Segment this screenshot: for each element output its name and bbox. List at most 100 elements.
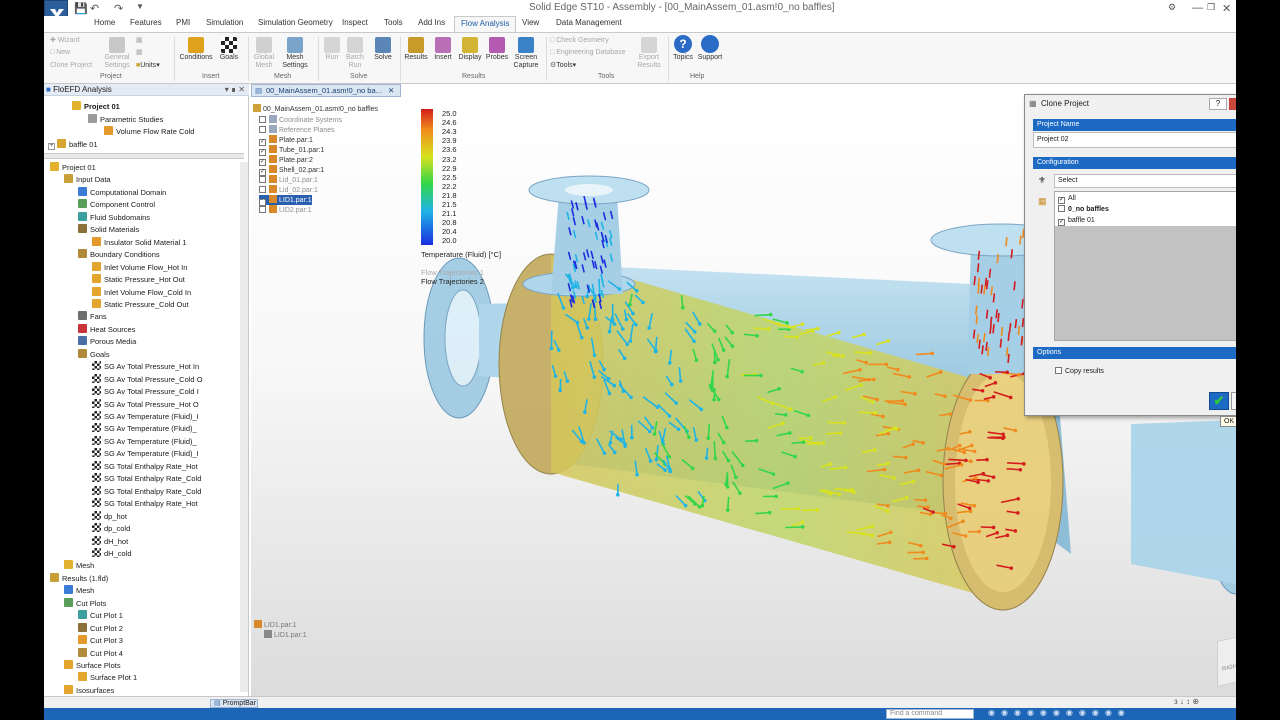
- part-list-item[interactable]: Coordinate Systems: [259, 115, 342, 125]
- minimize-icon[interactable]: —: [1192, 2, 1203, 14]
- part-list-item[interactable]: ✓ Shell_02.par:1: [259, 165, 324, 176]
- tree-node[interactable]: Inlet Volume Flow_Cold In: [92, 286, 191, 299]
- check-geometry-button[interactable]: □ Check Geometry: [550, 36, 609, 45]
- tab-data-management[interactable]: Data Management: [556, 18, 622, 27]
- tree-node[interactable]: Results (1.fld): [50, 572, 108, 585]
- goals-button[interactable]: Goals: [216, 37, 242, 62]
- part-visibility-checkbox[interactable]: [259, 116, 266, 123]
- tab-home[interactable]: Home: [94, 18, 115, 27]
- batch-run-button[interactable]: Batch Run: [342, 37, 368, 70]
- tree-node[interactable]: Surface Plots: [64, 660, 121, 672]
- tree-node[interactable]: Component Control: [78, 199, 155, 211]
- probes-button[interactable]: Probes: [484, 37, 510, 62]
- mesh-settings-button[interactable]: Mesh Settings: [278, 37, 312, 70]
- project-small-icon-2[interactable]: ▦: [136, 48, 143, 57]
- tab-features[interactable]: Features: [130, 18, 162, 27]
- tree-node[interactable]: Fans: [78, 311, 107, 323]
- part-list-item[interactable]: ✓ Plate.par:1: [259, 135, 313, 146]
- part-visibility-checkbox[interactable]: [259, 206, 266, 213]
- tree-node[interactable]: SG Av Total Pressure_Cold I: [92, 386, 199, 398]
- tree-node[interactable]: Fluid Subdomains: [78, 211, 150, 224]
- tab-simulation[interactable]: Simulation: [206, 18, 243, 27]
- undo-icon[interactable]: ↶: [90, 2, 99, 15]
- tree-node[interactable]: SG Av Temperature (Fluid)_I: [92, 411, 199, 423]
- tree-node[interactable]: Cut Plot 4: [78, 647, 123, 660]
- tree-node[interactable]: Static Pressure_Hot Out: [92, 274, 185, 286]
- tab-simulation-geometry[interactable]: Simulation Geometry: [258, 18, 333, 27]
- close-icon[interactable]: ✕: [1222, 2, 1231, 15]
- dialog-help-button[interactable]: ?: [1209, 98, 1227, 110]
- tree-node[interactable]: Parametric Studies: [88, 114, 163, 126]
- tree-node[interactable]: SG Av Total Pressure_Hot O: [92, 398, 199, 411]
- tree-node[interactable]: Insulator Solid Material 1: [92, 236, 187, 249]
- view-cube[interactable]: RIGHT: [1217, 631, 1236, 687]
- tree-node[interactable]: SG Total Enthalpy Rate_Cold: [92, 473, 201, 485]
- select-dropdown[interactable]: Select▾: [1054, 174, 1236, 188]
- tree-node[interactable]: SG Total Enthalpy Rate_Hot: [92, 498, 198, 510]
- save-icon[interactable]: 💾: [74, 2, 88, 15]
- part-visibility-checkbox[interactable]: [259, 186, 266, 193]
- tree-node[interactable]: Cut Plot 2: [78, 622, 123, 635]
- configuration-item[interactable]: ✓ All: [1058, 194, 1076, 204]
- project-small-icon[interactable]: ▦: [136, 36, 143, 45]
- tree-node[interactable]: Project 01: [72, 101, 120, 113]
- part-list-item[interactable]: LID2.par:1: [259, 205, 312, 215]
- restore-icon[interactable]: ❐: [1207, 2, 1215, 13]
- tab-inspect[interactable]: Inspect: [342, 18, 368, 27]
- screen-capture-button[interactable]: Screen Capture: [510, 37, 542, 70]
- trajectory-label-2[interactable]: Flow Trajectories 2: [421, 277, 484, 286]
- global-mesh-button[interactable]: Global Mesh: [250, 37, 278, 70]
- configuration-item[interactable]: 0_no baffles: [1058, 205, 1109, 215]
- tree-node[interactable]: Volume Flow Rate Cold: [104, 126, 194, 138]
- tree-node[interactable]: Goals: [78, 348, 110, 361]
- part-list-item[interactable]: Reference Planes: [259, 125, 335, 135]
- tree-node[interactable]: dH_hot: [92, 535, 128, 548]
- configuration-checkbox[interactable]: [1058, 205, 1065, 212]
- qat-dropdown-icon[interactable]: ▼: [136, 2, 144, 11]
- redo-icon[interactable]: ↷: [114, 2, 123, 15]
- tree-node[interactable]: SG Total Enthalpy Rate_Cold: [92, 485, 201, 498]
- part-visibility-checkbox[interactable]: [259, 126, 266, 133]
- tree-node[interactable]: Cut Plot 1: [78, 610, 123, 622]
- bottom-list-item[interactable]: LID1.par:1: [264, 630, 307, 640]
- support-button[interactable]: Support: [696, 35, 724, 62]
- prompt-bar-tab[interactable]: ▤ PromptBar: [210, 699, 258, 708]
- command-finder-input[interactable]: Find a command: [886, 709, 974, 719]
- tree-node[interactable]: Static Pressure_Cold Out: [92, 298, 189, 311]
- part-list-item[interactable]: ✓ LID1.par:1: [259, 195, 312, 206]
- pane-pin-icon[interactable]: ▾ ∎ ✕: [225, 84, 245, 96]
- engineering-database-button[interactable]: □ Engineering Database: [550, 48, 625, 57]
- wizard-button[interactable]: ✚ Wizard: [50, 36, 80, 45]
- tree-node[interactable]: dp_cold: [92, 523, 130, 535]
- tree-scrollbar[interactable]: [240, 162, 248, 692]
- export-results-button[interactable]: Export Results: [634, 37, 664, 70]
- general-settings-button[interactable]: General Settings: [102, 37, 132, 70]
- status-icon-row[interactable]: ◉◉◉◉◉◉◉◉◉◉◉: [988, 708, 1131, 717]
- tree-node[interactable]: Solid Materials: [78, 224, 139, 236]
- part-list-item[interactable]: ✓ Plate.par:2: [259, 155, 313, 166]
- tab-add-ins[interactable]: Add Ins: [418, 18, 445, 27]
- tree-node[interactable]: Cut Plot 3: [78, 635, 123, 647]
- tree-node[interactable]: Computational Domain: [78, 186, 166, 199]
- tree-node[interactable]: Heat Sources: [78, 323, 135, 336]
- tab-pmi[interactable]: PMI: [176, 18, 190, 27]
- tree-node[interactable]: Mesh: [64, 585, 94, 597]
- tree-node[interactable]: Mesh: [64, 560, 94, 572]
- project-name-input[interactable]: Project 02: [1033, 132, 1236, 148]
- part-list-item[interactable]: Lid_02.par:1: [259, 185, 318, 195]
- tree-node[interactable]: Porous Media: [78, 336, 136, 348]
- tree-node[interactable]: Input Data: [64, 174, 111, 186]
- tree-node[interactable]: SG Total Enthalpy Rate_Hot: [92, 460, 198, 473]
- tree-node[interactable]: dH_cold: [92, 547, 132, 560]
- results-button[interactable]: Results: [402, 37, 430, 62]
- tree-node[interactable]: SG Av Temperature (Fluid)_: [92, 423, 197, 435]
- tree-node[interactable]: Surface Plot 1: [78, 672, 137, 684]
- tree-node[interactable]: dp_hot: [92, 510, 127, 523]
- ok-button[interactable]: ✔: [1209, 392, 1229, 410]
- configuration-header[interactable]: Configuration▲: [1033, 157, 1236, 169]
- copy-results-checkbox[interactable]: Copy results: [1055, 367, 1104, 377]
- trajectory-label-1[interactable]: Flow Trajectories 1: [421, 268, 484, 277]
- help-topics-button[interactable]: ? Topics: [670, 35, 696, 62]
- options-header[interactable]: Options▲: [1033, 347, 1236, 359]
- tools-button[interactable]: ⚙Tools▾: [550, 61, 576, 70]
